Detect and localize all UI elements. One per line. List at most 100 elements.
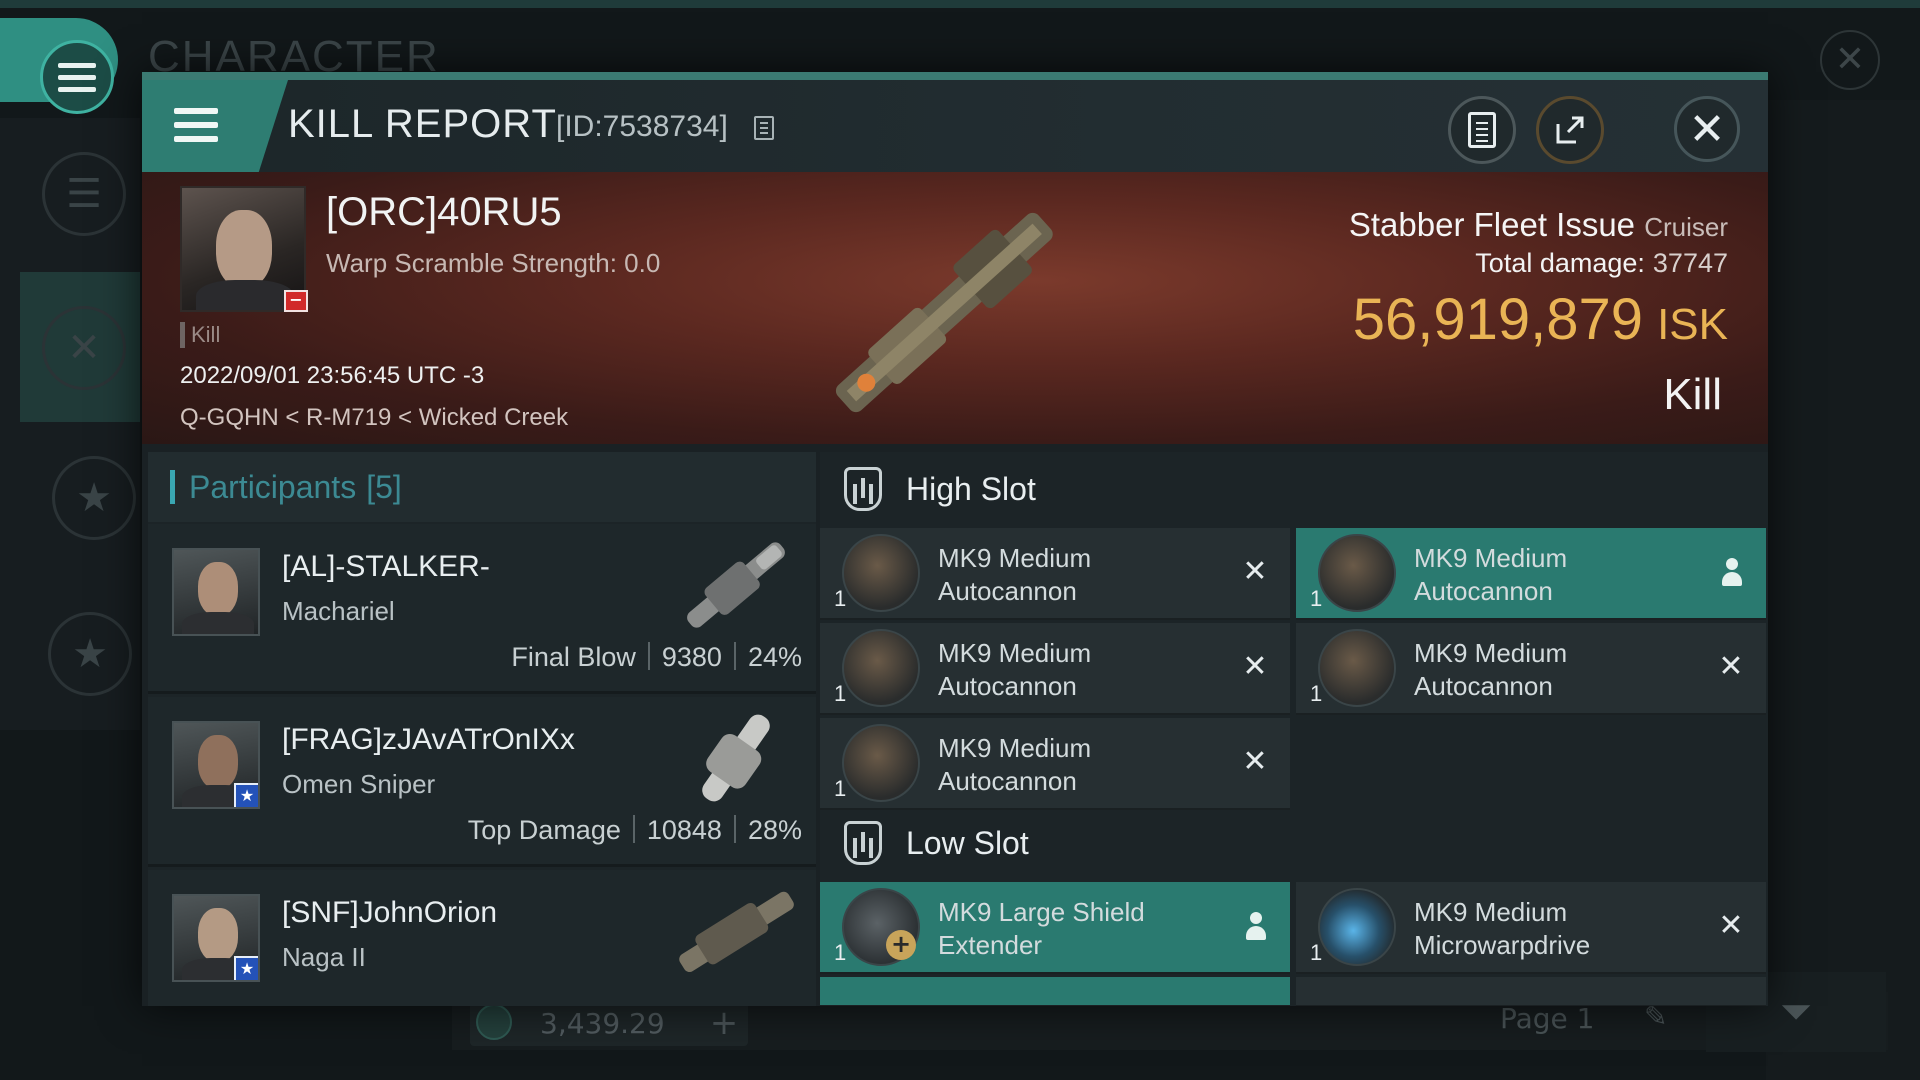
- participant-ship-image[interactable]: [666, 703, 806, 813]
- module-quantity: 1: [834, 586, 847, 611]
- background-page-label: Page 1: [1500, 1002, 1595, 1035]
- dialog-accent-line: [142, 72, 1768, 80]
- main-menu-tab[interactable]: [0, 18, 118, 114]
- participant-name: [AL]-STALKER-: [282, 550, 490, 583]
- module-item[interactable]: 1 MK9 Medium Autocannon ✕: [820, 623, 1290, 715]
- document-icon: [1468, 112, 1496, 148]
- low-slot-header: Low Slot: [820, 806, 1768, 880]
- dialog-title: KILL REPORT: [288, 102, 557, 146]
- participant-ship-image[interactable]: [666, 530, 806, 640]
- add-isk-button[interactable]: +: [700, 1000, 748, 1046]
- background-star-icon[interactable]: ★: [52, 456, 136, 540]
- share-button[interactable]: [1536, 96, 1604, 164]
- participants-label: Participants: [189, 468, 357, 505]
- module-name: MK9 Medium Autocannon: [938, 638, 1092, 701]
- security-status-badge: −: [284, 290, 308, 312]
- close-icon: ✕: [1688, 103, 1726, 155]
- shield-extender-icon: +: [842, 888, 920, 966]
- participant-row[interactable]: [AL]-STALKER- Machariel Final Blow 9380 …: [148, 524, 816, 694]
- high-slot-header: High Slot: [820, 452, 1768, 526]
- kill-timestamp: 2022/09/01 23:56:45 UTC -3: [180, 362, 485, 389]
- participants-header: Participants [5]: [148, 452, 816, 522]
- module-name: MK9 Medium Autocannon: [1414, 638, 1568, 701]
- participant-role: Top Damage: [467, 815, 621, 845]
- victim-name[interactable]: [ORC]40RU5: [326, 190, 562, 235]
- background-close-icon[interactable]: ✕: [1820, 30, 1880, 90]
- high-slot-label: High Slot: [906, 470, 1036, 507]
- star-badge-icon: ★: [234, 956, 258, 980]
- low-slot-icon: [844, 821, 882, 865]
- participant-damage: 10848: [646, 815, 722, 845]
- module-quantity: 1: [834, 776, 847, 801]
- hamburger-icon: [174, 108, 218, 142]
- participant-stats: Top Damage 10848 28%: [468, 815, 802, 846]
- fittings-panel: High Slot 1 MK9 Medium Autocannon ✕ 1 MK…: [820, 452, 1768, 1006]
- close-button[interactable]: ✕: [1674, 96, 1740, 162]
- module-quantity: 1: [834, 940, 847, 965]
- total-damage: Total damage: 37747: [1475, 248, 1728, 279]
- module-item[interactable]: 1 MK9 Medium Autocannon ✕: [820, 528, 1290, 620]
- share-icon: [1556, 116, 1584, 144]
- module-quantity: 1: [1310, 940, 1323, 965]
- report-id: [ID:7538734]: [556, 110, 728, 143]
- autocannon-icon: [1318, 629, 1396, 707]
- low-slot-label: Low Slot: [906, 824, 1029, 861]
- victim-ship-image[interactable]: [818, 176, 1068, 446]
- participant-damage: 9380: [661, 642, 722, 672]
- module-item-partial[interactable]: [1296, 977, 1766, 1006]
- main-menu-button[interactable]: [40, 40, 114, 114]
- module-item-partial[interactable]: [820, 977, 1290, 1006]
- top-accent-line: [0, 0, 1920, 8]
- total-damage-value: 37747: [1652, 248, 1728, 278]
- module-item[interactable]: 1 MK9 Medium Autocannon: [1296, 528, 1766, 620]
- destroyed-icon: ✕: [1242, 649, 1268, 684]
- background-star-badge-icon[interactable]: ★: [48, 612, 132, 696]
- participant-name: [SNF]JohnOrion: [282, 896, 498, 929]
- victim-ship[interactable]: Stabber Fleet Issue Cruiser: [1349, 206, 1728, 244]
- participant-ship-image[interactable]: [666, 876, 806, 986]
- total-damage-label: Total damage:: [1475, 248, 1645, 278]
- background-swords-icon[interactable]: ✕: [42, 306, 126, 390]
- destroyed-icon: ✕: [1718, 649, 1744, 684]
- participants-count: [5]: [366, 468, 402, 505]
- participant-role: Final Blow: [511, 642, 636, 672]
- participant-avatar[interactable]: ★: [172, 894, 260, 982]
- module-name: MK9 Medium Autocannon: [938, 733, 1092, 796]
- autocannon-icon: [1318, 534, 1396, 612]
- victim-ship-class: Cruiser: [1644, 212, 1728, 242]
- module-item[interactable]: 1 MK9 Medium Autocannon ✕: [820, 718, 1290, 810]
- isk-loss-value: 56,919,879: [1352, 287, 1644, 352]
- report-document-button[interactable]: [1448, 96, 1516, 164]
- background-list-icon[interactable]: ☰: [42, 152, 126, 236]
- participant-avatar[interactable]: ★: [172, 721, 260, 809]
- screen: ☰ ✕ ★ ★ CHARACTER ✕ 3,439.29 + Page 1 ✎ …: [0, 0, 1920, 1080]
- background-right-panel: [1766, 100, 1920, 1080]
- participant-stats: Final Blow 9380 24%: [511, 642, 802, 673]
- star-badge-icon: ★: [234, 783, 258, 807]
- isk-wallet-icon: [476, 1004, 512, 1040]
- participant-percent: 28%: [747, 815, 802, 845]
- dropped-person-icon: [1722, 558, 1742, 588]
- copy-id-icon[interactable]: [754, 116, 774, 140]
- destroyed-icon: ✕: [1718, 908, 1744, 943]
- isk-loss: 56,919,879 ISK: [1353, 286, 1728, 353]
- filter-icon: ⏷: [1780, 989, 1812, 1035]
- participant-name: [FRAG]zJAvATrOnIXx: [282, 723, 575, 756]
- microwarpdrive-icon: [1318, 888, 1396, 966]
- participant-avatar[interactable]: [172, 548, 260, 636]
- dropped-person-icon: [1246, 912, 1266, 942]
- participant-ship: Omen Sniper: [282, 769, 436, 799]
- victim-ship-name: Stabber Fleet Issue: [1348, 206, 1636, 243]
- module-item[interactable]: 1 MK9 Medium Microwarpdrive ✕: [1296, 882, 1766, 974]
- participant-row[interactable]: ★ [SNF]JohnOrion Naga II: [148, 870, 816, 1006]
- kill-location[interactable]: Q-GQHN < R-M719 < Wicked Creek: [180, 404, 568, 432]
- participant-percent: 24%: [747, 642, 802, 672]
- high-slot-icon: [844, 467, 882, 511]
- module-item[interactable]: + 1 MK9 Large Shield Extender: [820, 882, 1290, 974]
- module-item[interactable]: 1 MK9 Medium Autocannon ✕: [1296, 623, 1766, 715]
- autocannon-icon: [842, 534, 920, 612]
- participant-row[interactable]: ★ [FRAG]zJAvATrOnIXx Omen Sniper Top Dam…: [148, 697, 816, 867]
- isk-currency: ISK: [1657, 300, 1728, 349]
- autocannon-icon: [842, 724, 920, 802]
- module-name: MK9 Medium Autocannon: [1414, 543, 1568, 606]
